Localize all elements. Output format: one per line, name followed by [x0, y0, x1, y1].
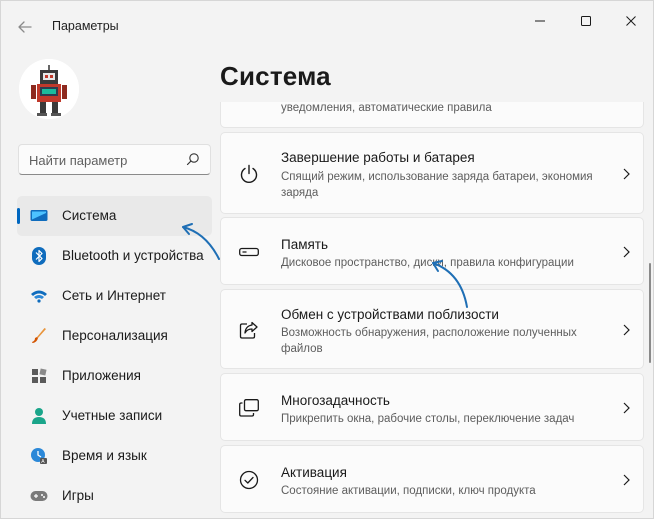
settings-card-partial[interactable]: уведомления, автоматические правила: [220, 102, 644, 128]
close-button[interactable]: [608, 7, 654, 35]
brush-icon: [30, 327, 48, 345]
title-bar: Параметры: [1, 1, 654, 51]
sidebar-item-network[interactable]: Сеть и Интернет: [17, 276, 212, 316]
sidebar-item-bluetooth[interactable]: Bluetooth и устройства: [17, 236, 212, 276]
sidebar-item-gaming[interactable]: Игры: [17, 476, 212, 516]
chevron-right-icon: [621, 401, 631, 415]
search-icon[interactable]: [186, 152, 200, 171]
search-input[interactable]: [29, 151, 179, 169]
sidebar-item-label: Время и язык: [62, 448, 147, 463]
settings-card-nearby-sharing[interactable]: Обмен с устройствами поблизости Возможно…: [220, 289, 644, 369]
sidebar-nav: Система Bluetooth и устройства Сеть и Ин…: [17, 196, 212, 516]
card-title: Завершение работы и батарея: [281, 150, 475, 165]
search-box[interactable]: [18, 144, 211, 175]
card-description: Прикрепить окна, рабочие столы, переключ…: [281, 413, 575, 425]
sidebar-item-label: Игры: [62, 488, 94, 503]
wifi-icon: [30, 287, 48, 305]
sidebar-item-system[interactable]: Система: [17, 196, 212, 236]
system-icon: [30, 207, 48, 225]
card-title: Память: [281, 237, 329, 252]
power-icon: [238, 163, 260, 185]
card-description: Дисковое пространство, диски, правила ко…: [281, 257, 574, 269]
time-language-icon: A: [30, 447, 48, 465]
settings-card-storage[interactable]: Память Дисковое пространство, диски, пра…: [220, 217, 644, 285]
active-indicator: [17, 208, 20, 224]
card-description: уведомления, автоматические правила: [281, 102, 492, 114]
sidebar-item-label: Учетные записи: [62, 408, 163, 423]
card-title: Активация: [281, 465, 347, 480]
sidebar-item-label: Персонализация: [62, 328, 168, 343]
gamepad-icon: [30, 487, 48, 505]
sidebar-item-time-language[interactable]: A Время и язык: [17, 436, 212, 476]
chevron-right-icon: [621, 323, 631, 337]
settings-list: уведомления, автоматические правила Заве…: [220, 102, 645, 519]
back-button[interactable]: [11, 13, 39, 41]
minimize-icon: [535, 20, 545, 22]
apps-icon: [30, 367, 48, 385]
sidebar-item-label: Bluetooth и устройства: [62, 248, 204, 263]
sidebar-item-apps[interactable]: Приложения: [17, 356, 212, 396]
app-title: Параметры: [52, 19, 119, 33]
robot-avatar-icon: [19, 59, 79, 119]
user-avatar[interactable]: [19, 59, 79, 119]
close-icon: [626, 16, 636, 26]
chevron-right-icon: [621, 167, 631, 181]
card-title: Многозадачность: [281, 393, 390, 408]
page-title: Система: [220, 61, 331, 91]
sidebar-item-label: Система: [62, 208, 117, 223]
activation-icon: [238, 469, 260, 491]
multitask-icon: [238, 397, 260, 419]
sidebar-item-personalization[interactable]: Персонализация: [17, 316, 212, 356]
settings-card-power[interactable]: Завершение работы и батарея Спящий режим…: [220, 132, 644, 214]
scrollbar-thumb[interactable]: [649, 263, 651, 363]
sidebar-item-label: Приложения: [62, 368, 141, 383]
maximize-button[interactable]: [563, 7, 609, 35]
share-icon: [238, 319, 260, 341]
storage-icon: [238, 241, 260, 263]
settings-window: Параметры Найти параметр Система Bluetoo…: [0, 0, 654, 519]
card-description: Возможность обнаружения, расположение по…: [281, 327, 577, 355]
settings-card-multitasking[interactable]: Многозадачность Прикрепить окна, рабочие…: [220, 373, 644, 441]
card-title: Обмен с устройствами поблизости: [281, 307, 499, 322]
bluetooth-icon: [30, 247, 48, 265]
minimize-button[interactable]: [517, 7, 563, 35]
sidebar-item-label: Сеть и Интернет: [62, 288, 166, 303]
settings-card-activation[interactable]: Активация Состояние активации, подписки,…: [220, 445, 644, 513]
back-arrow-icon: [18, 21, 32, 33]
chevron-right-icon: [621, 473, 631, 487]
sidebar-item-accounts[interactable]: Учетные записи: [17, 396, 212, 436]
card-description: Состояние активации, подписки, ключ прод…: [281, 485, 536, 497]
chevron-right-icon: [621, 245, 631, 259]
maximize-icon: [581, 16, 591, 26]
card-description: Спящий режим, использование заряда батар…: [281, 171, 593, 199]
user-icon: [30, 407, 48, 425]
